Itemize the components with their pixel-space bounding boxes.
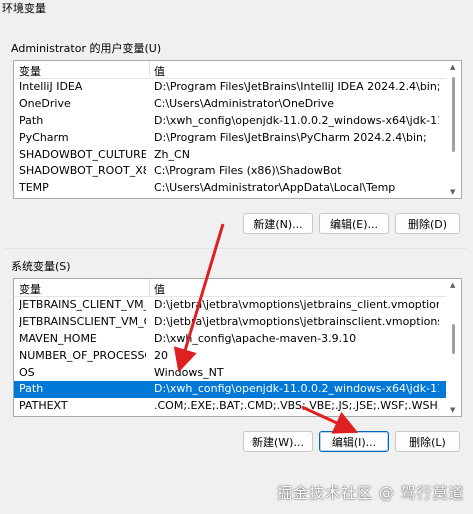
variable-value: D:\jetbra\jetbra\vmoptions\jetbrains_cli… [154,298,439,311]
variable-value: Zh_CN [154,147,190,161]
variable-name: JETBRAINS_CLIENT_VM_O... [19,298,146,311]
system-new-button[interactable]: 新建(W)... [243,431,313,452]
variable-value: 20 [154,348,168,362]
col-header-name[interactable]: 变量 [19,63,41,79]
variable-row[interactable]: Path D:\xwh_config\openjdk-11.0.0.2_windo… [14,113,461,130]
variable-name: PyCharm [19,130,69,144]
variable-value: D:\Program Files\JetBrains\PyCharm 2024.… [154,130,427,144]
variable-name: Path [19,113,44,127]
system-vars-group-label: 系统变量(S) [11,260,71,273]
variable-row[interactable]: SHADOWBOT_ROOT_X86 C:\Program Files (x86)… [14,163,461,180]
user-edit-button[interactable]: 编辑(E)... [319,213,389,234]
user-vars-header: 变量 值 [14,61,461,79]
variable-name: JETBRAINSCLIENT_VM_O... [19,314,146,328]
variable-name: NUMBER_OF_PROCESSORS [19,348,146,362]
col-header-name[interactable]: 变量 [19,281,41,297]
variable-value: C:\Program Files (x86)\ShadowBot [154,164,342,178]
variable-row[interactable]: TEMP C:\Users\Administrator\AppData\Local… [14,180,461,197]
variable-name: IntelliJ IDEA [19,80,83,93]
system-vars-rows: JETBRAINS_CLIENT_VM_O... D:\jetbra\jetbra… [14,297,461,415]
variable-name: SHADOWBOT_CULTURE [19,147,146,161]
system-edit-button[interactable]: 编辑(I)... [319,431,389,452]
scroll-up-icon[interactable]: ▲ [450,281,455,289]
variable-row[interactable]: PyCharm D:\Program Files\JetBrains\PyChar… [14,130,461,147]
col-header-value[interactable]: 值 [154,281,165,297]
variable-value: D:\jetbra\jetbra\vmoptions\jetbrainsclie… [154,314,439,328]
variable-value: C:\Users\Administrator\OneDrive [154,96,335,110]
system-vars-header: 变量 值 [14,279,461,297]
scroll-thumb[interactable] [452,77,455,152]
variable-name: OS [19,365,35,379]
variable-row[interactable]: OS Windows_NT [14,365,461,382]
variable-row[interactable]: IntelliJ IDEA D:\Program Files\JetBrains\… [14,79,461,96]
variable-name: Path [19,382,44,396]
scroll-up-icon[interactable]: ▲ [450,63,455,71]
user-delete-button[interactable]: 删除(D) [395,213,460,234]
window-title: 环境变量 [2,2,46,15]
user-vars-group-label: Administrator 的用户变量(U) [11,42,162,55]
variable-name: SHADOWBOT_ROOT_X86 [19,164,146,178]
watermark: 掘金技术社区 @ 驾行莫道 [277,484,465,502]
variable-name: PATHEXT [19,399,68,413]
variable-value: D:\xwh_config\apache-maven-3.9.10 [154,331,357,345]
variable-row[interactable]: MAVEN_HOME D:\xwh_config\apache-maven-3.9… [14,331,461,348]
system-delete-button[interactable]: 删除(L) [395,431,460,452]
user-vars-rows: IntelliJ IDEA D:\Program Files\JetBrains\… [14,79,461,197]
variable-value: .COM;.EXE;.BAT;.CMD;.VBS;.VBE;.JS;.JSE;.… [154,399,439,413]
divider [5,248,468,249]
variable-row[interactable]: SHADOWBOT_CULTURE Zh_CN [14,147,461,164]
variable-name: MAVEN_HOME [19,331,97,345]
system-vars-scrollbar[interactable]: ▲ ▼ [446,279,461,416]
variable-row[interactable]: OneDrive C:\Users\Administrator\OneDrive [14,96,461,113]
variable-row[interactable]: JETBRAINSCLIENT_VM_O... D:\jetbra\jetbra\… [14,314,461,331]
variable-value: D:\xwh_config\openjdk-11.0.0.2_windows-x… [154,113,439,127]
scroll-thumb[interactable] [452,324,455,354]
variable-name: OneDrive [19,96,71,110]
variable-name: TEMP [19,181,49,195]
variable-value: D:\Program Files\JetBrains\IntelliJ IDEA… [154,80,439,93]
scroll-down-icon[interactable]: ▼ [450,188,455,196]
system-vars-list[interactable]: 变量 值 JETBRAINS_CLIENT_VM_O... D:\jetbra\j… [13,278,462,417]
variable-value: C:\Users\Administrator\AppData\Local\Tem… [154,181,396,195]
variable-value: Windows_NT [154,365,224,379]
scroll-down-icon[interactable]: ▼ [450,406,455,414]
user-new-button[interactable]: 新建(N)... [243,213,313,234]
user-vars-list[interactable]: 变量 值 IntelliJ IDEA D:\Program Files\JetBr… [13,60,462,199]
variable-row[interactable]: JETBRAINS_CLIENT_VM_O... D:\jetbra\jetbra… [14,297,461,314]
variable-value: D:\xwh_config\openjdk-11.0.0.2_windows-x… [154,382,439,396]
variable-row[interactable]: Path D:\xwh_config\openjdk-11.0.0.2_windo… [14,381,461,399]
variable-row[interactable]: NUMBER_OF_PROCESSORS 20 [14,348,461,365]
user-vars-scrollbar[interactable]: ▲ ▼ [446,61,461,198]
col-header-value[interactable]: 值 [154,63,165,79]
variable-row[interactable]: PATHEXT .COM;.EXE;.BAT;.CMD;.VBS;.VBE;.JS… [14,398,461,415]
